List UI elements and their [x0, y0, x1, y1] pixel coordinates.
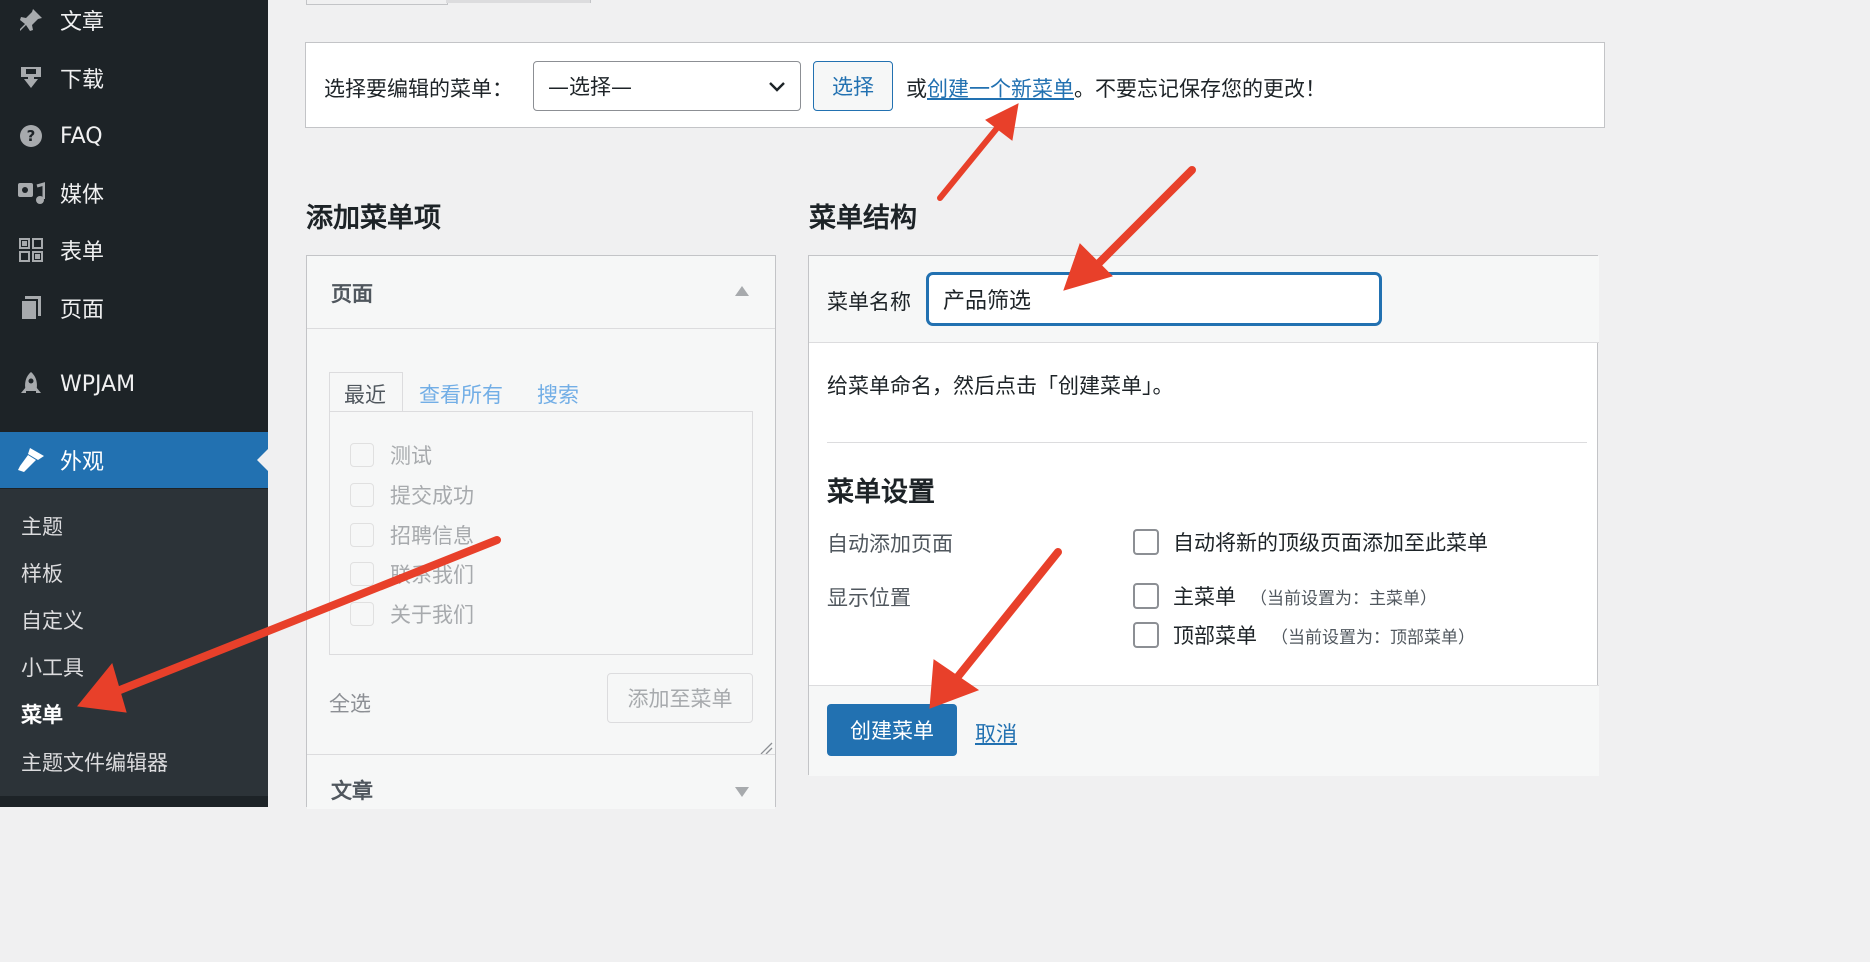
- page-checkbox[interactable]: [350, 602, 374, 626]
- chevron-down-icon: [768, 77, 786, 101]
- forms-icon: [16, 235, 46, 265]
- sidebar-bottom: [0, 796, 268, 807]
- list-item[interactable]: 测试: [350, 440, 432, 470]
- submenu-themes[interactable]: 主题: [21, 511, 63, 541]
- menu-name-hint: 给菜单命名，然后点击「创建菜单」。: [827, 374, 1174, 398]
- submenu-widgets[interactable]: 小工具: [21, 652, 84, 682]
- help-icon: ?: [16, 121, 46, 151]
- list-item[interactable]: 关于我们: [350, 599, 474, 629]
- location-note: （当前设置为：顶部菜单）: [1271, 627, 1475, 648]
- menu-select-value: —选择—: [548, 75, 632, 99]
- location-name: 顶部菜单: [1173, 624, 1257, 648]
- menu-select-label: 选择要编辑的菜单：: [324, 77, 513, 101]
- nav-posts[interactable]: 文章: [0, 0, 268, 48]
- submenu-patterns[interactable]: 样板: [21, 558, 63, 588]
- select-all-link[interactable]: 全选: [329, 688, 371, 718]
- add-menu-items-panel: 页面 最近 查看所有 搜索 测试 提交成功 招聘信息 联系我们 关于我们 全选 …: [306, 255, 776, 809]
- download-icon: [16, 63, 46, 93]
- list-item[interactable]: 提交成功: [350, 480, 474, 510]
- nav-label: 媒体: [60, 183, 105, 208]
- menu-select-bar: 选择要编辑的菜单： —选择— 选择 或创建一个新菜单。不要忘记保存您的更改！: [305, 42, 1605, 128]
- pages-section-title: 页面: [331, 282, 373, 306]
- tab-manage-locations[interactable]: [446, 0, 591, 3]
- page-label: 测试: [390, 444, 432, 468]
- create-new-menu-link[interactable]: 创建一个新菜单: [927, 77, 1074, 101]
- location-option-primary[interactable]: 主菜单 （当前设置为：主菜单）: [1133, 581, 1437, 611]
- create-menu-text: 或创建一个新菜单。不要忘记保存您的更改！: [906, 73, 1326, 103]
- rocket-icon: [16, 369, 46, 399]
- auto-add-label: 自动添加页面: [827, 532, 953, 556]
- select-menu-button[interactable]: 选择: [813, 61, 893, 111]
- menu-settings-title: 菜单设置: [827, 477, 935, 508]
- media-icon: [16, 178, 46, 208]
- tab-recent[interactable]: 最近: [329, 372, 403, 412]
- pushpin-icon: [16, 5, 46, 35]
- list-item[interactable]: 联系我们: [350, 559, 474, 589]
- auto-add-option-label: 自动将新的顶级页面添加至此菜单: [1173, 531, 1488, 555]
- menu-name-input[interactable]: [927, 273, 1381, 325]
- cancel-link[interactable]: 取消: [975, 718, 1017, 748]
- add-to-menu-button[interactable]: 添加至菜单: [607, 673, 753, 723]
- location-checkbox[interactable]: [1133, 583, 1159, 609]
- divider: [827, 442, 1587, 443]
- page-checkbox[interactable]: [350, 523, 374, 547]
- menu-structure-heading: 菜单结构: [809, 203, 917, 234]
- nav-media[interactable]: 媒体: [0, 165, 268, 221]
- pages-accordion-header[interactable]: 页面: [307, 256, 775, 329]
- menu-actions-footer: 创建菜单 取消: [809, 685, 1599, 776]
- display-location-label: 显示位置: [827, 586, 911, 610]
- location-option-top[interactable]: 顶部菜单 （当前设置为：顶部菜单）: [1133, 620, 1475, 650]
- add-menu-items-heading: 添加菜单项: [306, 203, 441, 234]
- or-text: 或: [906, 77, 927, 101]
- tab-search[interactable]: 搜索: [537, 379, 579, 409]
- list-item[interactable]: 招聘信息: [350, 520, 474, 550]
- posts-section-title: 文章: [331, 779, 373, 803]
- recent-pages-list: 测试 提交成功 招聘信息 联系我们 关于我们: [329, 411, 753, 655]
- nav-label: FAQ: [60, 123, 103, 149]
- menu-name-row: 菜单名称: [809, 256, 1599, 343]
- nav-label: 外观: [60, 450, 105, 475]
- nav-label: 表单: [60, 240, 105, 265]
- posts-accordion-header[interactable]: 文章: [307, 754, 775, 809]
- menu-structure-panel: 菜单名称 给菜单命名，然后点击「创建菜单」。 菜单设置 自动添加页面 自动将新的…: [808, 255, 1599, 776]
- admin-sidebar: 文章 下载 ? FAQ 媒体 表单 页面 WPJAM 外观 主题 样板 自定义 …: [0, 0, 268, 807]
- collapse-arrow-icon: [735, 286, 749, 296]
- location-note: （当前设置为：主菜单）: [1250, 588, 1437, 609]
- auto-add-option[interactable]: 自动将新的顶级页面添加至此菜单: [1133, 527, 1488, 557]
- nav-pages[interactable]: 页面: [0, 280, 268, 336]
- nav-label: 下载: [60, 68, 105, 93]
- nav-faq[interactable]: ? FAQ: [0, 108, 268, 164]
- nav-wpjam[interactable]: WPJAM: [0, 356, 268, 412]
- submenu-menus[interactable]: 菜单: [21, 699, 63, 729]
- page-checkbox[interactable]: [350, 443, 374, 467]
- page-checkbox[interactable]: [350, 483, 374, 507]
- page-label: 关于我们: [390, 603, 474, 627]
- nav-downloads[interactable]: 下载: [0, 50, 268, 106]
- nav-forms[interactable]: 表单: [0, 222, 268, 278]
- page-checkbox[interactable]: [350, 562, 374, 586]
- tab-edit-menus[interactable]: [306, 0, 448, 5]
- appearance-icon: [16, 445, 46, 475]
- nav-label: 文章: [60, 10, 105, 35]
- create-menu-button[interactable]: 创建菜单: [827, 704, 957, 756]
- page-label: 联系我们: [390, 563, 474, 587]
- location-name: 主菜单: [1173, 585, 1236, 609]
- auto-add-checkbox[interactable]: [1133, 529, 1159, 555]
- submenu-theme-editor[interactable]: 主题文件编辑器: [21, 747, 168, 777]
- nav-label: 页面: [60, 298, 105, 323]
- menu-select-dropdown[interactable]: —选择—: [533, 61, 801, 111]
- tab-view-all[interactable]: 查看所有: [419, 379, 503, 409]
- page-label: 招聘信息: [390, 524, 474, 548]
- nav-appearance[interactable]: 外观: [0, 432, 268, 488]
- nav-label: WPJAM: [60, 371, 136, 397]
- page-label: 提交成功: [390, 484, 474, 508]
- appearance-submenu: 主题 样板 自定义 小工具 菜单 主题文件编辑器: [0, 489, 268, 796]
- reminder-text: 。不要忘记保存您的更改！: [1074, 77, 1326, 101]
- menu-name-label: 菜单名称: [827, 290, 911, 314]
- pages-icon: [16, 293, 46, 323]
- location-checkbox[interactable]: [1133, 622, 1159, 648]
- svg-text:?: ?: [27, 127, 36, 145]
- submenu-customize[interactable]: 自定义: [21, 605, 84, 635]
- expand-arrow-icon: [735, 787, 749, 797]
